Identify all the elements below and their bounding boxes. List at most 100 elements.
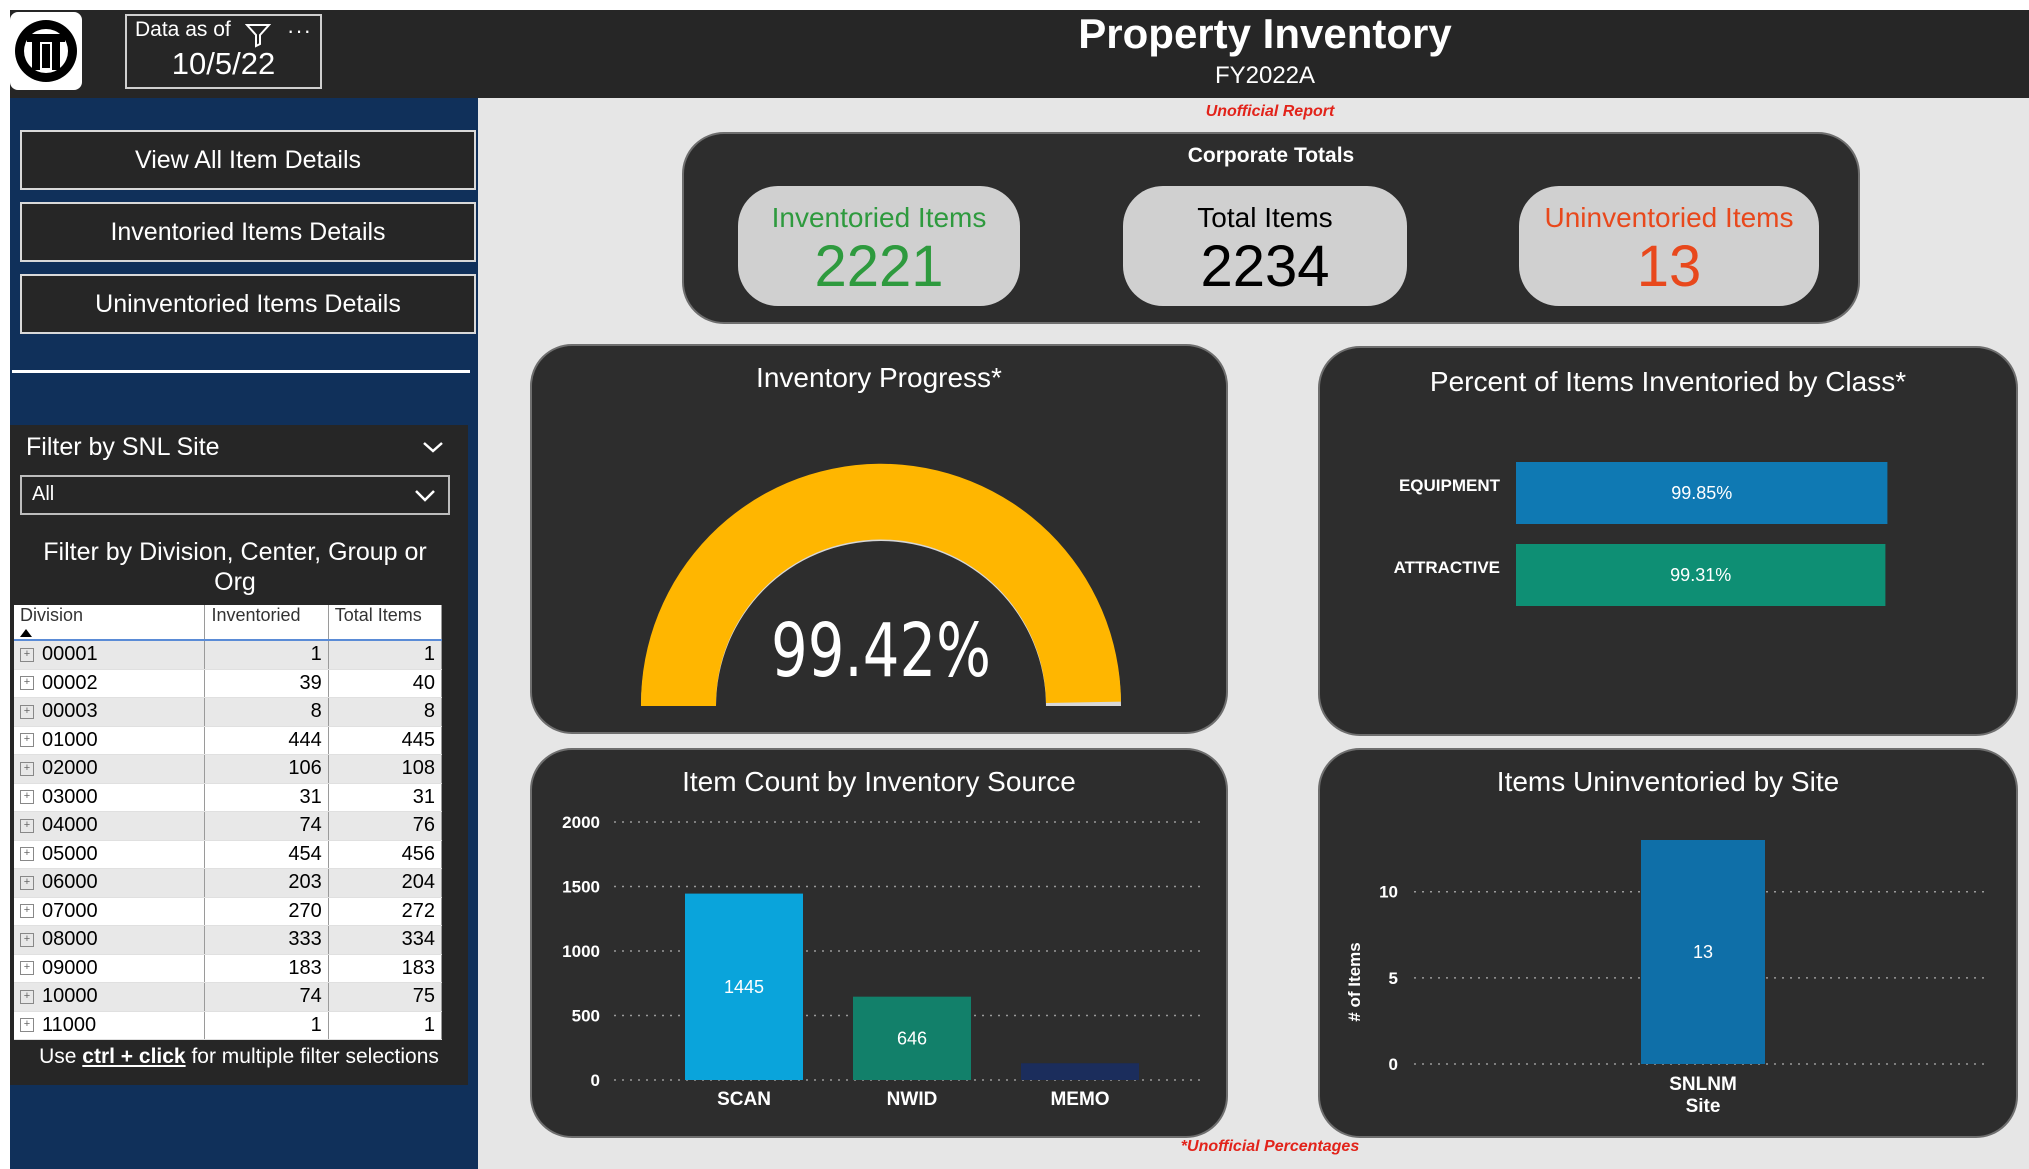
- inventoried-items-button[interactable]: Inventoried Items Details: [20, 202, 476, 262]
- data-date-card[interactable]: Data as of ··· 10/5/22: [125, 14, 322, 89]
- inventory-progress-card: Inventory Progress* 99.42%: [530, 344, 1228, 734]
- table-row[interactable]: +11000 1 1: [14, 1011, 443, 1040]
- division-cell[interactable]: +07000: [14, 897, 206, 926]
- table-row[interactable]: +00003 8 8: [14, 697, 443, 727]
- inventoried-cell: 74: [204, 811, 329, 841]
- source-count-chart[interactable]: 0 500 1000 1500 2000 1445 SCAN 646 NWID MEMO: [532, 750, 1230, 1140]
- division-code: 03000: [42, 785, 98, 808]
- inventory-progress-gauge[interactable]: 99.42%: [532, 346, 1230, 736]
- division-cell[interactable]: +02000: [14, 754, 206, 784]
- y-axis-label: # of Items: [1345, 942, 1364, 1021]
- division-cell[interactable]: +00002: [14, 669, 206, 698]
- expand-icon[interactable]: +: [20, 989, 34, 1004]
- division-cell[interactable]: +04000: [14, 811, 206, 841]
- division-code: 08000: [42, 928, 98, 951]
- total-items-cell: 1: [328, 640, 443, 670]
- kpi-value: 13: [1636, 234, 1702, 299]
- expand-icon[interactable]: +: [20, 676, 34, 691]
- total-items-kpi[interactable]: Total Items 2234: [1123, 186, 1407, 306]
- column-header-division[interactable]: Division: [14, 605, 206, 641]
- x-category-label: SCAN: [717, 1089, 771, 1110]
- expand-icon[interactable]: +: [20, 1018, 34, 1033]
- division-cell[interactable]: +09000: [14, 954, 206, 983]
- division-code: 02000: [42, 757, 98, 780]
- table-row[interactable]: +00001 1 1: [14, 640, 443, 670]
- total-items-cell: 204: [328, 868, 443, 898]
- expand-icon[interactable]: +: [20, 761, 34, 776]
- table-row[interactable]: +06000 203 204: [14, 868, 443, 898]
- division-cell[interactable]: +11000: [14, 1011, 206, 1040]
- expand-icon[interactable]: +: [20, 875, 34, 890]
- division-cell[interactable]: +10000: [14, 982, 206, 1012]
- y-tick-label: 5: [1389, 969, 1398, 988]
- bar-memo[interactable]: [1021, 1063, 1139, 1080]
- inventoried-items-kpi[interactable]: Inventoried Items 2221: [738, 186, 1020, 306]
- uninventoried-by-site-chart[interactable]: # of Items 0 5 10 13 SNLNM Site: [1320, 750, 2020, 1140]
- division-code: 00001: [42, 643, 98, 666]
- division-code: 09000: [42, 956, 98, 979]
- unofficial-report-note: Unofficial Report: [1205, 103, 1335, 120]
- more-options-icon[interactable]: ···: [287, 18, 312, 44]
- division-cell[interactable]: +00003: [14, 697, 206, 727]
- corporate-totals-card: Corporate Totals Inventoried Items 2221 …: [682, 132, 1860, 324]
- expand-icon[interactable]: +: [20, 847, 34, 862]
- expand-icon[interactable]: +: [20, 818, 34, 833]
- y-tick-label: 500: [572, 1007, 600, 1026]
- total-items-cell: 334: [328, 925, 443, 955]
- expand-icon[interactable]: +: [20, 704, 34, 719]
- table-row[interactable]: +08000 333 334: [14, 925, 443, 955]
- collapse-chevron-icon[interactable]: [420, 437, 446, 457]
- column-header-total-items[interactable]: Total Items: [328, 605, 443, 641]
- expand-icon[interactable]: +: [20, 932, 34, 947]
- inventoried-cell: 454: [204, 840, 329, 869]
- table-row[interactable]: +04000 74 76: [14, 811, 443, 841]
- view-all-items-button[interactable]: View All Item Details: [20, 130, 476, 190]
- expand-icon[interactable]: +: [20, 904, 34, 919]
- division-cell[interactable]: +01000: [14, 726, 206, 755]
- total-items-cell: 272: [328, 897, 443, 926]
- date-value: 10/5/22: [171, 46, 276, 81]
- division-code: 06000: [42, 871, 98, 894]
- expand-icon[interactable]: +: [20, 733, 34, 748]
- division-cell[interactable]: +05000: [14, 840, 206, 869]
- page-title: Property Inventory: [1078, 10, 1452, 57]
- sort-ascending-icon: [20, 629, 32, 637]
- table-row[interactable]: +02000 106 108: [14, 754, 443, 784]
- division-cell[interactable]: +03000: [14, 783, 206, 812]
- inventoried-cell: 1: [204, 640, 329, 670]
- division-cell[interactable]: +06000: [14, 868, 206, 898]
- division-cell[interactable]: +08000: [14, 925, 206, 955]
- inventoried-cell: 8: [204, 697, 329, 727]
- site-dropdown[interactable]: All: [20, 475, 450, 515]
- division-code: 01000: [42, 728, 98, 751]
- division-code: 07000: [42, 899, 98, 922]
- division-code: 11000: [42, 1013, 97, 1036]
- expand-icon[interactable]: +: [20, 961, 34, 976]
- division-table: Division Inventoried Total Items +00001 1…: [14, 605, 443, 1040]
- page-subtitle: FY2022A: [1214, 62, 1316, 89]
- table-row[interactable]: +05000 454 456: [14, 840, 443, 869]
- bar-data-label: 1445: [724, 977, 764, 997]
- table-row[interactable]: +07000 270 272: [14, 897, 443, 926]
- y-tick-label: 2000: [562, 813, 600, 832]
- uninventoried-items-button[interactable]: Uninventoried Items Details: [20, 274, 476, 334]
- chevron-down-icon: [412, 486, 438, 506]
- expand-icon[interactable]: +: [20, 790, 34, 805]
- y-tick-label: 1000: [562, 942, 600, 961]
- column-header-inventoried[interactable]: Inventoried: [204, 605, 329, 641]
- table-row[interactable]: +03000 31 31: [14, 783, 443, 812]
- table-row[interactable]: +10000 74 75: [14, 982, 443, 1012]
- class-percent-card: Percent of Items Inventoried by Class* E…: [1318, 346, 2018, 736]
- uninventoried-items-kpi[interactable]: Uninventoried Items 13: [1519, 186, 1819, 306]
- table-row[interactable]: +00002 39 40: [14, 669, 443, 698]
- inventoried-cell: 333: [204, 925, 329, 955]
- class-percent-chart[interactable]: EQUIPMENT 99.85% ATTRACTIVE 99.31%: [1320, 348, 2020, 738]
- table-row[interactable]: +01000 444 445: [14, 726, 443, 755]
- inventoried-cell: 1: [204, 1011, 329, 1040]
- division-cell[interactable]: +00001: [14, 640, 206, 670]
- expand-icon[interactable]: +: [20, 647, 34, 662]
- division-code: 00003: [42, 700, 98, 723]
- filter-icon[interactable]: [244, 22, 272, 48]
- table-row[interactable]: +09000 183 183: [14, 954, 443, 983]
- total-items-cell: 75: [328, 982, 443, 1012]
